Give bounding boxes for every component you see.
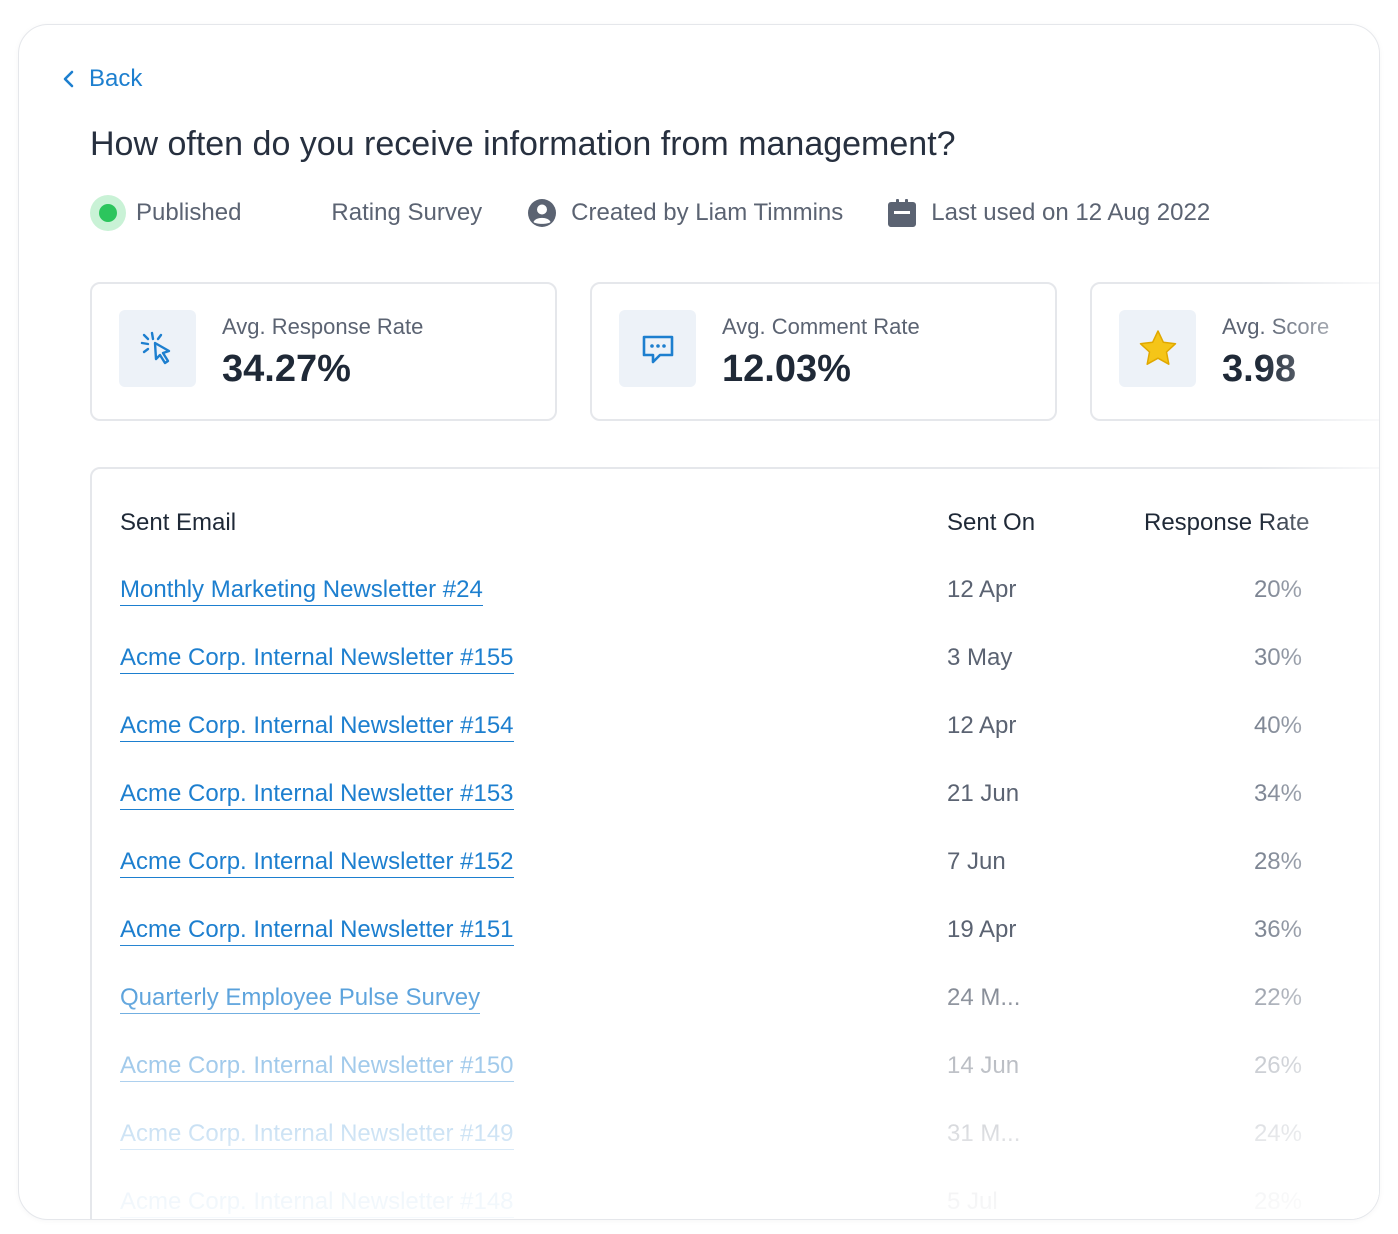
back-label: Back (89, 65, 143, 92)
email-link[interactable]: Acme Corp. Internal Newsletter #154 (120, 711, 514, 742)
stat-value: 3.98 (1222, 348, 1296, 390)
last-used-label: Last used on 12 Aug 2022 (931, 199, 1211, 226)
email-link[interactable]: Acme Corp. Internal Newsletter #149 (120, 1119, 514, 1150)
response-rate-cell: 36% (1253, 916, 1302, 943)
sent-on-cell: 3 May (947, 644, 1013, 671)
survey-type: Rating Survey (331, 199, 482, 227)
table-row: Acme Corp. Internal Newsletter #152 7 Ju… (92, 847, 1379, 915)
response-rate-cell: 24% (1253, 1120, 1302, 1147)
survey-detail-panel: Back How often do you receive informatio… (18, 24, 1380, 1220)
table-row: Monthly Marketing Newsletter #24 12 Apr … (92, 575, 1379, 643)
sent-on-cell: 7 Jun (947, 848, 1006, 875)
sent-on-cell: 12 Apr (947, 576, 1017, 603)
table-row: Acme Corp. Internal Newsletter #154 12 A… (92, 711, 1379, 779)
table-row: Acme Corp. Internal Newsletter #148 5 Ju… (92, 1187, 1379, 1219)
stat-value: 34.27% (222, 348, 351, 390)
stat-card-response-rate: Avg. Response Rate 34.27% (90, 282, 557, 421)
sent-on-cell: 31 M... (947, 1120, 1021, 1147)
response-rate-cell: 30% (1253, 644, 1302, 671)
sent-on-cell: 21 Jun (947, 780, 1020, 807)
email-link[interactable]: Acme Corp. Internal Newsletter #150 (120, 1051, 514, 1082)
sent-on-cell: 12 Apr (947, 712, 1017, 739)
response-rate-cell: 26% (1253, 1052, 1302, 1079)
sent-on-cell: 5 Jul (947, 1188, 998, 1215)
response-rate-cell: 28% (1253, 848, 1302, 875)
comment-icon (642, 335, 673, 363)
response-rate-cell: 40% (1253, 712, 1302, 739)
cursor-click-icon (140, 331, 170, 364)
creator: Created by Liam Timmins (527, 198, 843, 228)
creator-label: Created by Liam Timmins (571, 199, 844, 226)
email-link[interactable]: Acme Corp. Internal Newsletter #148 (120, 1187, 514, 1218)
status-badge: Published (90, 195, 241, 231)
user-icon (528, 199, 557, 227)
table-row: Acme Corp. Internal Newsletter #150 14 J… (92, 1051, 1379, 1119)
column-header-sent-email: Sent Email (120, 509, 237, 536)
table-row: Acme Corp. Internal Newsletter #149 31 M… (92, 1119, 1379, 1187)
response-rate-cell: 28% (1253, 1188, 1302, 1215)
stat-card-comment-rate: Avg. Comment Rate 12.03% (590, 282, 1057, 421)
stat-label: Avg. Response Rate (222, 314, 424, 339)
stat-label: Avg. Score (1222, 314, 1330, 339)
last-used: Last used on 12 Aug 2022 (887, 198, 1210, 228)
email-link[interactable]: Quarterly Employee Pulse Survey (120, 983, 481, 1014)
email-link[interactable]: Acme Corp. Internal Newsletter #151 (120, 915, 514, 946)
sent-on-cell: 24 M... (947, 984, 1021, 1011)
chevron-left-icon (63, 70, 74, 88)
stat-value: 12.03% (722, 348, 851, 390)
response-rate-cell: 22% (1253, 984, 1302, 1011)
survey-meta: Published Rating Survey Created by Liam … (90, 195, 1210, 231)
response-rate-cell: 34% (1253, 780, 1302, 807)
status-dot-icon (90, 195, 126, 231)
survey-type-label: Rating Survey (331, 199, 483, 226)
page-title: How often do you receive information fro… (90, 125, 956, 163)
column-header-response-rate: Response Rate (1144, 509, 1310, 536)
sent-emails-table: Sent Email Sent On Response Rate Monthly… (90, 467, 1379, 1219)
stat-card-score: Avg. Score 3.98 (1090, 282, 1379, 421)
table-row: Acme Corp. Internal Newsletter #153 21 J… (92, 779, 1379, 847)
column-header-sent-on: Sent On (947, 509, 1036, 536)
star-icon (1139, 329, 1176, 365)
email-link[interactable]: Acme Corp. Internal Newsletter #155 (120, 643, 514, 674)
table-row: Acme Corp. Internal Newsletter #155 3 Ma… (92, 643, 1379, 711)
table-row: Quarterly Employee Pulse Survey 24 M... … (92, 983, 1379, 1051)
sent-on-cell: 14 Jun (947, 1052, 1020, 1079)
status-label: Published (136, 199, 242, 226)
back-link[interactable]: Back (61, 65, 142, 93)
email-link[interactable]: Acme Corp. Internal Newsletter #153 (120, 779, 514, 810)
sent-on-cell: 19 Apr (947, 916, 1017, 943)
response-rate-cell: 20% (1253, 576, 1302, 603)
table-row: Acme Corp. Internal Newsletter #151 19 A… (92, 915, 1379, 983)
email-link[interactable]: Monthly Marketing Newsletter #24 (120, 575, 483, 606)
stat-label: Avg. Comment Rate (722, 314, 920, 339)
calendar-icon (888, 199, 917, 227)
email-link[interactable]: Acme Corp. Internal Newsletter #152 (120, 847, 514, 878)
